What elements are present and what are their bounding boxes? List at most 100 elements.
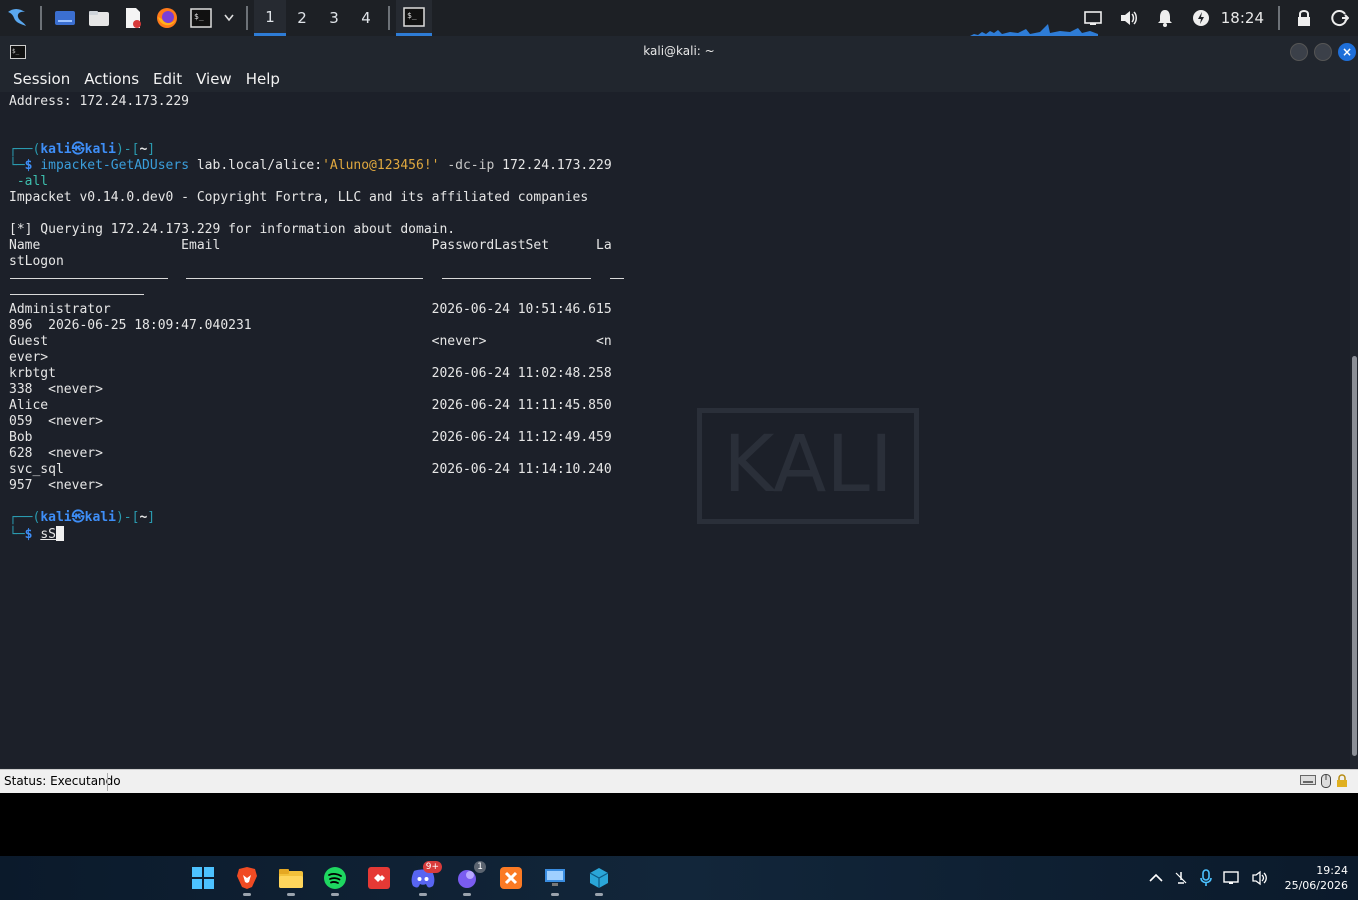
maximize-button[interactable] xyxy=(1314,43,1332,61)
text-editor-icon[interactable] xyxy=(118,3,148,33)
current-input[interactable]: sS xyxy=(40,527,56,542)
show-desktop-icon[interactable] xyxy=(50,3,80,33)
workspace-1[interactable]: 1 xyxy=(254,0,286,36)
header-underline xyxy=(10,278,168,279)
running-indicator xyxy=(463,893,471,896)
keyboard-icon[interactable] xyxy=(1300,774,1316,786)
header-underline xyxy=(10,294,144,295)
table-row: 957 <never> xyxy=(9,478,103,493)
chevron-down-icon[interactable] xyxy=(220,3,238,33)
remote-desktop-icon[interactable] xyxy=(538,862,572,896)
command-line: └─$ impacket-GetADUsers lab.local/alice:… xyxy=(9,158,612,173)
table-row: ever> xyxy=(9,350,49,365)
discord-badge: 9+ xyxy=(422,861,442,873)
running-indicator xyxy=(419,893,427,896)
command-wrap: -all xyxy=(9,174,48,190)
network-muted-icon[interactable] xyxy=(1173,870,1189,886)
app-icon[interactable]: 1 xyxy=(450,861,486,896)
cmd-dcip-flag: -dc-ip xyxy=(447,158,495,173)
prompt-host: kali xyxy=(84,142,116,157)
terminal-output[interactable]: KALI Address: 172.24.173.229 ┌──(kali㉿ka… xyxy=(0,92,1350,768)
lock-icon[interactable] xyxy=(1286,0,1322,36)
cmd-dcip-value: 172.24.173.229 xyxy=(502,158,612,173)
discord-icon[interactable]: 9+ xyxy=(406,861,442,896)
mouse-icon[interactable] xyxy=(1320,774,1332,788)
cmd-target: lab.local/alice: xyxy=(196,158,323,173)
svg-text:$_: $_ xyxy=(407,11,417,20)
table-row: Guest <never> <n xyxy=(9,334,612,349)
table-header: Name Email PasswordLastSet La xyxy=(9,238,612,253)
speaker-icon[interactable] xyxy=(1251,870,1269,886)
kali-menu-icon[interactable] xyxy=(2,3,32,33)
menu-help[interactable]: Help xyxy=(239,70,287,88)
running-indicator xyxy=(595,893,603,896)
spotify-icon[interactable] xyxy=(318,862,352,896)
panel-separator xyxy=(1278,6,1280,30)
file-manager-icon[interactable] xyxy=(84,3,114,33)
table-header-wrap: stLogon xyxy=(9,254,64,269)
windows-taskbar: 9+ 1 19:24 25/06/2026 xyxy=(0,856,1358,900)
close-button[interactable]: × xyxy=(1338,43,1356,61)
panel-separator xyxy=(388,6,390,30)
table-row: 628 <never> xyxy=(9,446,103,461)
taskbar-terminal-window[interactable]: $_ xyxy=(396,0,432,36)
taskbar-clock[interactable]: 19:24 25/06/2026 xyxy=(1279,863,1348,893)
input-line[interactable]: └─$ sS xyxy=(9,526,64,542)
terminal-launcher-icon[interactable]: $_ xyxy=(186,3,216,33)
microphone-icon[interactable] xyxy=(1199,869,1213,887)
text-cursor xyxy=(55,526,64,541)
menu-actions[interactable]: Actions xyxy=(77,70,146,88)
table-row: krbtgt 2026-06-24 11:02:48.258 xyxy=(9,366,612,381)
panel-separator xyxy=(246,6,248,30)
running-indicator xyxy=(243,893,251,896)
impacket-banner: Impacket v0.14.0.dev0 - Copyright Fortra… xyxy=(9,190,589,205)
table-row: Bob 2026-06-24 11:12:49.459 xyxy=(9,430,612,445)
taskbar-date: 25/06/2026 xyxy=(1284,879,1348,892)
workspace-3[interactable]: 3 xyxy=(318,0,350,36)
file-explorer-icon[interactable] xyxy=(274,862,308,896)
window-title: kali@kali: ~ xyxy=(643,44,715,58)
running-indicator xyxy=(287,893,295,896)
status-separator xyxy=(107,773,108,791)
workspace-2[interactable]: 2 xyxy=(286,0,318,36)
chevron-up-icon[interactable] xyxy=(1149,873,1163,883)
statusbar: Status: Executando xyxy=(0,769,1358,793)
kali-top-panel: $_ 1 2 3 4 $_ 18:24 xyxy=(0,0,1358,36)
menubar: Session Actions Edit View Help xyxy=(0,66,287,92)
volume-icon[interactable] xyxy=(1111,0,1147,36)
display-icon[interactable] xyxy=(1075,0,1111,36)
panel-clock[interactable]: 18:24 xyxy=(1221,9,1264,27)
firefox-icon[interactable] xyxy=(152,3,182,33)
header-underline xyxy=(442,278,591,279)
table-row: Administrator 2026-06-24 10:51:46.615 xyxy=(9,302,612,317)
table-row: Alice 2026-06-24 11:11:45.850 xyxy=(9,398,612,413)
cmd-all-flag: -all xyxy=(16,174,49,189)
minimize-button[interactable] xyxy=(1290,43,1308,61)
virtualbox-icon[interactable] xyxy=(582,862,616,896)
prompt-line: ┌──(kali㉿kali)-[~] xyxy=(9,510,156,525)
menu-view[interactable]: View xyxy=(189,70,239,88)
prompt-line: ┌──(kali㉿kali)-[~] xyxy=(9,142,156,157)
network-icon[interactable] xyxy=(1222,870,1241,886)
window-titlebar[interactable]: $_ kali@kali: ~ × xyxy=(0,36,1358,66)
lock-icon[interactable] xyxy=(1336,774,1348,788)
notifications-icon[interactable] xyxy=(1147,0,1183,36)
anydesk-icon[interactable] xyxy=(362,862,396,894)
header-underline xyxy=(186,278,423,279)
workspace-4[interactable]: 4 xyxy=(350,0,382,36)
power-manager-icon[interactable] xyxy=(1183,0,1219,36)
table-row: 338 <never> xyxy=(9,382,103,397)
taskbar-time: 19:24 xyxy=(1316,864,1348,877)
running-indicator xyxy=(551,893,559,896)
menu-session[interactable]: Session xyxy=(6,70,77,88)
xampp-icon[interactable] xyxy=(494,862,528,894)
menu-edit[interactable]: Edit xyxy=(146,70,189,88)
windows-start-icon[interactable] xyxy=(186,862,220,894)
logout-icon[interactable] xyxy=(1322,0,1358,36)
brave-browser-icon[interactable] xyxy=(230,862,264,896)
table-row: svc_sql 2026-06-24 11:14:10.240 xyxy=(9,462,612,477)
cmd-name: impacket-GetADUsers xyxy=(40,158,190,173)
terminal-scrollbar[interactable] xyxy=(1350,92,1358,768)
scrollbar-thumb[interactable] xyxy=(1352,356,1357,756)
system-tray: 19:24 25/06/2026 xyxy=(1149,856,1348,900)
